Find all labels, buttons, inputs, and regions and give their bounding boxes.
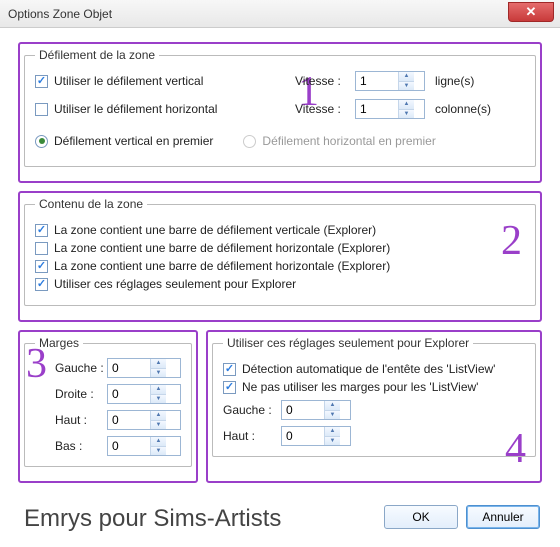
radio-horizontal-first: Défilement horizontal en premier [243,134,435,148]
check-content-2[interactable]: La zone contient une barre de défilement… [35,241,525,255]
check-content-3[interactable]: La zone contient une barre de défilement… [35,259,525,273]
check-no-margins[interactable]: Ne pas utiliser les marges pour les 'Lis… [223,380,525,394]
legend-content: Contenu de la zone [35,197,147,211]
fieldset-scroll: Défilement de la zone Utiliser le défile… [24,48,536,167]
input-e-top[interactable] [282,427,324,445]
highlight-3: 3 Marges Gauche : ▲▼ Droite : ▲▼ Haut : … [18,330,198,483]
checkbox-icon [35,242,48,255]
spin-e-top[interactable]: ▲▼ [281,426,351,446]
label-use-vertical: Utiliser le défilement vertical [54,74,203,88]
close-icon: ✕ [526,4,537,19]
label-vertical-first: Défilement vertical en premier [54,134,213,148]
spin-m-left[interactable]: ▲▼ [107,358,181,378]
input-m-left[interactable] [108,359,150,377]
spin-down-icon[interactable]: ▼ [399,82,414,91]
checkbox-icon [223,381,236,394]
checkbox-icon [223,363,236,376]
spin-down-icon[interactable]: ▼ [151,447,166,456]
ok-button[interactable]: OK [384,505,458,529]
close-button[interactable]: ✕ [508,2,554,22]
label-m-bottom: Bas : [55,439,107,453]
label-e-top: Haut : [223,429,281,443]
window-title: Options Zone Objet [8,7,112,21]
titlebar: Options Zone Objet ✕ [0,0,560,28]
spin-m-bottom[interactable]: ▲▼ [107,436,181,456]
spin-up-icon[interactable]: ▲ [399,72,414,82]
label-content-1: La zone contient une barre de défilement… [54,223,376,237]
legend-scroll: Défilement de la zone [35,48,159,62]
label-content-4: Utiliser ces réglages seulement pour Exp… [54,277,296,291]
legend-explorer: Utiliser ces réglages seulement pour Exp… [223,336,473,350]
check-use-vertical[interactable]: Utiliser le défilement vertical [35,74,295,88]
input-m-bottom[interactable] [108,437,150,455]
radio-icon [35,135,48,148]
legend-margins: Marges [35,336,83,350]
input-m-right[interactable] [108,385,150,403]
label-use-horizontal: Utiliser le défilement horizontal [54,102,217,116]
spin-down-icon[interactable]: ▼ [325,411,340,420]
input-e-left[interactable] [282,401,324,419]
label-cols: colonne(s) [435,102,525,116]
spin-up-icon[interactable]: ▲ [151,359,166,369]
checkbox-icon [35,103,48,116]
spin-up-icon[interactable]: ▲ [151,385,166,395]
spin-down-icon[interactable]: ▼ [151,395,166,404]
highlight-1: 1 Défilement de la zone Utiliser le défi… [18,42,542,183]
spin-up-icon[interactable]: ▲ [151,437,166,447]
fieldset-margins: Marges Gauche : ▲▼ Droite : ▲▼ Haut : ▲▼… [24,336,192,467]
label-no-margins: Ne pas utiliser les marges pour les 'Lis… [242,380,478,394]
label-speed-h: Vitesse : [295,102,355,116]
input-speed-h[interactable] [356,100,398,118]
label-e-left: Gauche : [223,403,281,417]
checkbox-icon [35,224,48,237]
checkbox-icon [35,260,48,273]
spin-down-icon[interactable]: ▼ [151,369,166,378]
radio-vertical-first[interactable]: Défilement vertical en premier [35,134,213,148]
spin-down-icon[interactable]: ▼ [399,110,414,119]
spin-speed-v[interactable]: ▲▼ [355,71,425,91]
input-speed-v[interactable] [356,72,398,90]
highlight-4: 4 Utiliser ces réglages seulement pour E… [206,330,542,483]
check-content-1[interactable]: La zone contient une barre de défilement… [35,223,525,237]
check-content-4[interactable]: Utiliser ces réglages seulement pour Exp… [35,277,525,291]
label-m-top: Haut : [55,413,107,427]
label-m-left: Gauche : [55,361,107,375]
label-horizontal-first: Défilement horizontal en premier [262,134,435,148]
checkbox-icon [35,278,48,291]
checkbox-icon [35,75,48,88]
fieldset-content: Contenu de la zone La zone contient une … [24,197,536,306]
cancel-button[interactable]: Annuler [466,505,540,529]
spin-speed-h[interactable]: ▲▼ [355,99,425,119]
spin-m-top[interactable]: ▲▼ [107,410,181,430]
spin-m-right[interactable]: ▲▼ [107,384,181,404]
button-row: OK Annuler [384,505,540,529]
label-content-3: La zone contient une barre de défilement… [54,259,390,273]
spin-up-icon[interactable]: ▲ [399,100,414,110]
spin-down-icon[interactable]: ▼ [325,437,340,446]
ok-label: OK [412,510,429,524]
label-content-2: La zone contient une barre de défilement… [54,241,390,255]
spin-up-icon[interactable]: ▲ [151,411,166,421]
spin-up-icon[interactable]: ▲ [325,401,340,411]
radio-icon [243,135,256,148]
input-m-top[interactable] [108,411,150,429]
label-m-right: Droite : [55,387,107,401]
check-auto-header[interactable]: Détection automatique de l'entête des 'L… [223,362,525,376]
highlight-2: 2 Contenu de la zone La zone contient un… [18,191,542,322]
spin-e-left[interactable]: ▲▼ [281,400,351,420]
fieldset-explorer: Utiliser ces réglages seulement pour Exp… [212,336,536,457]
dialog-content: 1 Défilement de la zone Utiliser le défi… [0,28,560,543]
cancel-label: Annuler [482,510,523,524]
spin-down-icon[interactable]: ▼ [151,421,166,430]
label-auto-header: Détection automatique de l'entête des 'L… [242,362,495,376]
label-speed-v: Vitesse : [295,74,355,88]
check-use-horizontal[interactable]: Utiliser le défilement horizontal [35,102,295,116]
label-lines: ligne(s) [435,74,525,88]
spin-up-icon[interactable]: ▲ [325,427,340,437]
